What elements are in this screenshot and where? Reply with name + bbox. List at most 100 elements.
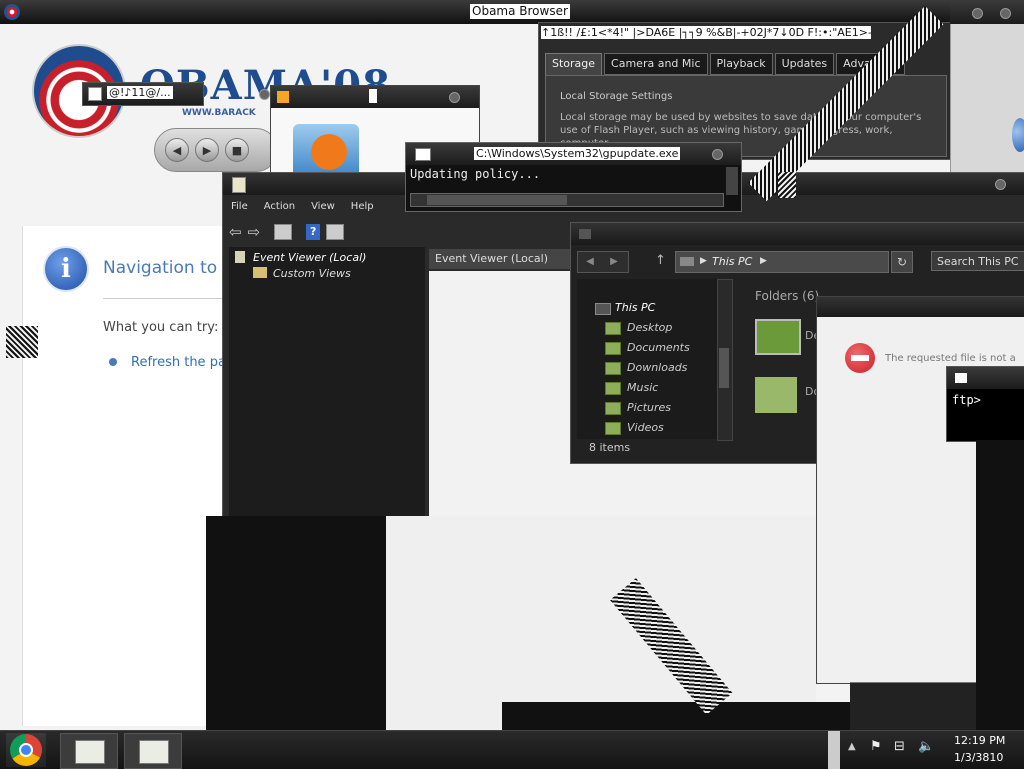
tree-item-pictures[interactable]: Pictures — [605, 401, 671, 415]
stop-button[interactable]: ■ — [225, 138, 249, 162]
show-hidden-icons-icon[interactable]: ▲ — [848, 741, 856, 752]
menu-view[interactable]: View — [311, 201, 335, 212]
tree-this-pc-icon — [595, 303, 611, 315]
menu-help[interactable]: Help — [351, 201, 374, 212]
blue-orb-icon — [1012, 118, 1024, 152]
tab-storage[interactable]: Storage — [545, 53, 603, 75]
refresh-icon[interactable]: ↻ — [891, 251, 913, 273]
flash-close-button[interactable] — [1000, 8, 1011, 19]
folder-icon — [605, 421, 621, 435]
gpupdate-title: C:\Windows\System32\gpupdate.exe — [474, 147, 681, 160]
gpupdate-close-button[interactable] — [712, 149, 723, 160]
show-hide-tree-icon[interactable] — [274, 224, 293, 240]
glitch-cursor-left — [6, 326, 38, 358]
chrome-logo-icon — [10, 734, 42, 766]
event-viewer-pane-header: Event Viewer (Local) — [429, 249, 575, 269]
error-message: The requested file is not a — [885, 353, 1016, 364]
tree-item-desktop[interactable]: Desktop — [605, 321, 672, 335]
gpupdate-scrollbar[interactable] — [410, 193, 724, 207]
volume-icon[interactable]: 🔈 — [918, 739, 934, 754]
media-player-icon — [277, 91, 289, 103]
back-arrow-icon[interactable]: ⇦ — [229, 223, 242, 241]
gpupdate-scroll-thumb[interactable] — [427, 195, 567, 205]
ftp-console-icon — [955, 373, 967, 383]
tree-scroll-thumb[interactable] — [719, 348, 729, 388]
console-icon — [415, 148, 431, 161]
forward-arrow-icon[interactable]: ⇨ — [248, 223, 261, 241]
tree-child-folder-icon — [253, 267, 267, 278]
popup-icon — [88, 87, 102, 101]
folder-tile-desktop-icon — [755, 319, 801, 355]
glitch-cursor-small — [778, 172, 796, 198]
gpupdate-vscroll[interactable] — [726, 167, 738, 195]
clock-time[interactable]: 12:19 PM — [954, 734, 1005, 747]
explorer-forward-icon[interactable]: ▶ — [602, 252, 626, 272]
tree-root-label[interactable]: Event Viewer (Local) — [253, 251, 366, 264]
menu-file[interactable]: File — [231, 201, 248, 212]
tree-scrollbar[interactable] — [717, 279, 733, 441]
taskbar-app-2[interactable] — [124, 733, 182, 769]
tree-child-label[interactable]: Custom Views — [273, 267, 351, 280]
address-bar[interactable]: ▶ This PC ▶ — [675, 251, 889, 273]
popup-close-button[interactable] — [259, 89, 270, 100]
up-arrow-icon[interactable]: ↑ — [655, 253, 666, 268]
info-icon: i — [43, 246, 89, 292]
play-circle-icon — [311, 134, 347, 170]
tree-item-music[interactable]: Music — [605, 381, 658, 395]
explorer-status: 8 items — [589, 441, 631, 454]
glitch-dark-strip-right — [850, 682, 976, 731]
media-player-title-bar — [271, 86, 479, 108]
folders-header[interactable]: Folders (6) — [755, 289, 819, 303]
folder-tile-documents-icon — [755, 377, 797, 413]
try-label: What you can try: — [103, 320, 219, 335]
action-pane-icon[interactable] — [326, 224, 345, 240]
folder-icon — [605, 401, 621, 415]
taskbar-scroll-strip — [828, 731, 840, 769]
explorer-icon — [579, 229, 591, 239]
obama-logo-url: WWW.BARACK — [182, 108, 256, 118]
menu-action[interactable]: Action — [264, 201, 295, 212]
tree-item-videos[interactable]: Videos — [605, 421, 664, 435]
play-button[interactable]: ▶ — [195, 138, 219, 162]
navigation-error-panel — [22, 226, 223, 726]
tab-camera-and-mic[interactable]: Camera and Mic — [604, 53, 708, 75]
bullet-icon — [109, 358, 117, 366]
tab-playback[interactable]: Playback — [709, 53, 773, 75]
address-pc-icon — [680, 257, 694, 266]
folder-icon — [605, 381, 621, 395]
ftp-prompt: ftp> — [952, 393, 981, 407]
tree-item-label: Music — [627, 381, 659, 394]
chrome-center-icon — [19, 743, 33, 757]
event-viewer-close-button[interactable] — [995, 179, 1006, 190]
clock-date[interactable]: 1/3/3810 — [954, 751, 1003, 764]
refresh-link[interactable]: Refresh the pag — [131, 355, 234, 370]
start-button-icon[interactable] — [6, 733, 46, 767]
media-player-title-glyph — [369, 89, 377, 103]
back-button[interactable]: ◀ — [165, 138, 189, 162]
glitch-black-bar — [502, 702, 852, 730]
flash-right-titlebar — [950, 0, 1024, 24]
tree-this-pc[interactable]: This PC — [615, 301, 655, 314]
tree-item-documents[interactable]: Documents — [605, 341, 690, 355]
tree-item-downloads[interactable]: Downloads — [605, 361, 687, 375]
flash-min-button[interactable] — [972, 8, 983, 19]
explorer-back-icon[interactable]: ◀ — [578, 252, 602, 272]
tree-item-label: Downloads — [627, 361, 688, 374]
address-text: This PC — [712, 255, 753, 268]
search-input[interactable]: Search This PC — [931, 251, 1024, 271]
error-icon — [845, 343, 875, 373]
glitch-grey-block — [386, 516, 816, 730]
event-viewer-icon — [232, 177, 246, 193]
help-icon[interactable]: ? — [306, 224, 321, 240]
gpupdate-output: Updating policy... — [410, 167, 541, 181]
taskbar-app-1[interactable] — [60, 733, 118, 769]
action-center-flag-icon[interactable]: ⚑ — [870, 739, 882, 754]
error-icon-bar — [851, 355, 869, 361]
navigation-error-title: Navigation to th — [103, 258, 241, 278]
popup-title: @!♪11@/... — [107, 86, 173, 99]
media-player-close-button[interactable] — [449, 92, 460, 103]
tree-item-label: Pictures — [627, 401, 672, 414]
network-icon[interactable]: ⊟ — [894, 739, 905, 754]
ftp-lower-panel — [976, 440, 1024, 730]
tab-updates[interactable]: Updates — [774, 53, 835, 75]
